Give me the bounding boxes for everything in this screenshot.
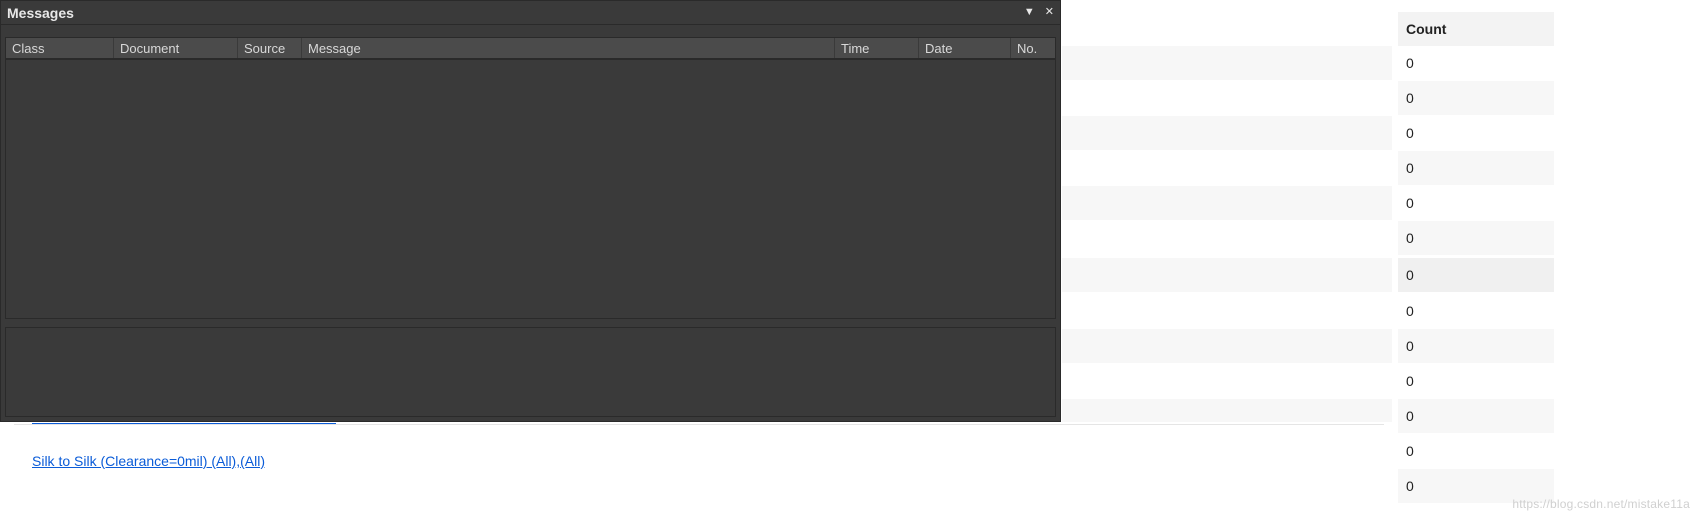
close-icon[interactable]: ✕: [1045, 7, 1054, 18]
col-no[interactable]: No.: [1011, 38, 1055, 58]
count-cell: 0: [1398, 46, 1554, 80]
count-cell: 0: [1398, 434, 1554, 468]
col-date[interactable]: Date: [919, 38, 1011, 58]
messages-grid-body[interactable]: [5, 59, 1056, 319]
gap-row: [1062, 329, 1392, 363]
count-cell: 0: [1398, 469, 1554, 503]
count-cell: 0: [1398, 364, 1554, 398]
messages-detail-pane[interactable]: [5, 327, 1056, 417]
silk-rule-link[interactable]: Silk to Silk (Clearance=0mil) (All),(All…: [32, 453, 265, 469]
gap-row: [1062, 186, 1392, 220]
gap-row: [1062, 221, 1392, 255]
panel-title: Messages: [7, 5, 74, 21]
count-cell: 0: [1398, 399, 1554, 433]
dropdown-icon[interactable]: ▼: [1024, 7, 1035, 18]
panel-header[interactable]: Messages ▼ ✕: [1, 1, 1060, 25]
count-cell: 0: [1398, 294, 1554, 328]
count-cell: 0: [1398, 258, 1554, 292]
gap-row: [1062, 81, 1392, 115]
gap-row: [1062, 12, 1392, 46]
col-source[interactable]: Source: [238, 38, 302, 58]
col-document[interactable]: Document: [114, 38, 238, 58]
column-headers: Class Document Source Message Time Date …: [5, 37, 1056, 59]
messages-panel: Messages ▼ ✕ Class Document Source Messa…: [0, 0, 1061, 422]
count-cell: 0: [1398, 329, 1554, 363]
gap-row: [1062, 364, 1392, 398]
count-cell: 0: [1398, 186, 1554, 220]
count-cell: 0: [1398, 221, 1554, 255]
gap-row: [1062, 46, 1392, 80]
below-inner: [14, 424, 1384, 515]
count-cell: 0: [1398, 116, 1554, 150]
gap-row: [1062, 258, 1392, 292]
col-message[interactable]: Message: [302, 38, 835, 58]
count-cell: 0: [1398, 81, 1554, 115]
gap-row: [1062, 294, 1392, 328]
gap-row: [1062, 151, 1392, 185]
count-header: Count: [1398, 12, 1554, 46]
col-class[interactable]: Class: [6, 38, 114, 58]
gap-row: [1062, 116, 1392, 150]
col-time[interactable]: Time: [835, 38, 919, 58]
count-cell: 0: [1398, 151, 1554, 185]
